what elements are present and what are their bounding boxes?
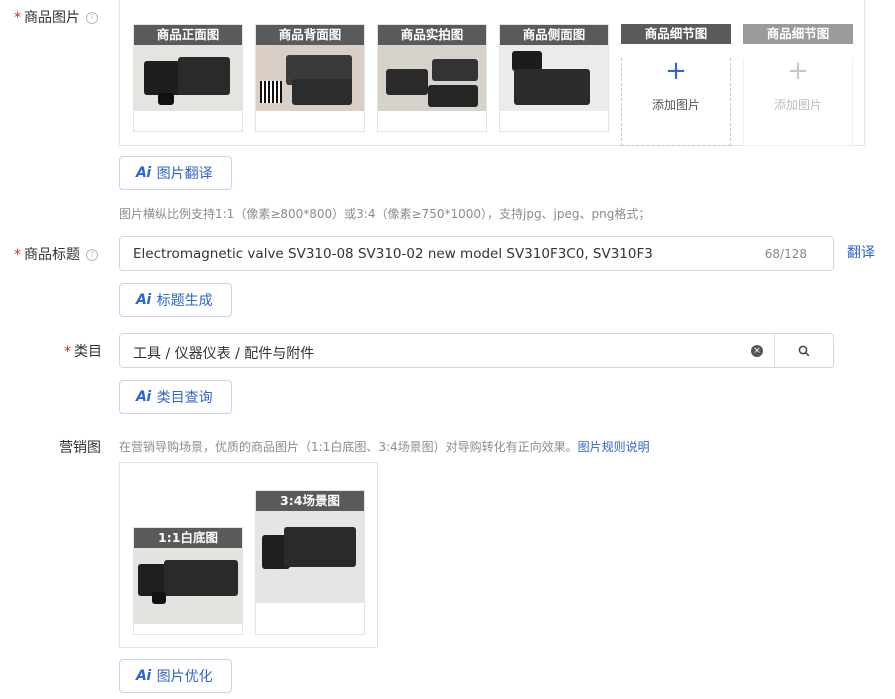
ai-icon: Ai — [136, 292, 151, 308]
image-slot-back[interactable]: 商品背面图 — [255, 24, 365, 132]
marketing-image-square[interactable]: 1:1白底图 — [133, 527, 243, 635]
category-select[interactable]: 工具 / 仪器仪表 / 配件与附件 × — [119, 333, 834, 368]
product-photo — [500, 45, 608, 111]
title-translate-link[interactable]: 翻译 — [847, 242, 875, 262]
image-optimize-button[interactable]: Ai 图片优化 — [119, 659, 232, 693]
search-icon — [798, 345, 810, 357]
image-slot-detail-2[interactable]: 商品细节图 + 添加图片 — [743, 24, 853, 146]
ai-icon: Ai — [136, 668, 151, 684]
ai-icon: Ai — [136, 389, 151, 405]
product-photo — [256, 511, 364, 603]
title-generate-button[interactable]: Ai 标题生成 — [119, 283, 232, 317]
product-photo — [256, 45, 364, 111]
image-format-hint: 图片横纵比例支持1:1（像素≥800*800）或3:4（像素≥750*1000）… — [119, 207, 651, 221]
image-rules-link[interactable]: 图片规则说明 — [578, 440, 650, 454]
product-title-input[interactable]: Electromagnetic valve SV310-08 SV310-02 … — [119, 236, 834, 271]
plus-icon: + — [787, 56, 809, 86]
product-photo — [134, 45, 242, 111]
image-slot-front[interactable]: 商品正面图 — [133, 24, 243, 132]
plus-icon: + — [665, 56, 687, 86]
category-query-button[interactable]: Ai 类目查询 — [119, 380, 232, 414]
image-slot-detail-1[interactable]: 商品细节图 + 添加图片 — [621, 24, 731, 146]
qr-code — [260, 81, 282, 103]
clear-circle-icon[interactable]: × — [751, 345, 763, 357]
question-circle-icon[interactable]: ? — [86, 12, 98, 24]
question-circle-icon[interactable]: ? — [86, 249, 98, 261]
image-slot-side[interactable]: 商品侧面图 — [499, 24, 609, 132]
add-image-box-disabled[interactable]: + 添加图片 — [743, 58, 853, 146]
image-translate-button[interactable]: Ai 图片翻译 — [119, 156, 232, 190]
marketing-image-scene[interactable]: 3:4场景图 — [255, 490, 365, 635]
category-label: * 类目 — [64, 344, 102, 360]
product-images-label: * 商品图片? — [14, 7, 98, 27]
add-image-box[interactable]: + 添加图片 — [621, 58, 731, 146]
product-photo — [378, 45, 486, 111]
image-slot-real[interactable]: 商品实拍图 — [377, 24, 487, 132]
product-photo — [134, 548, 242, 624]
marketing-images-label: 营销图 — [59, 440, 101, 456]
ai-icon: Ai — [136, 165, 151, 181]
product-title-label: * 商品标题? — [14, 244, 98, 264]
search-button[interactable] — [775, 334, 833, 367]
char-count: 68/128 — [764, 247, 807, 261]
marketing-hint: 在营销导购场景，优质的商品图片（1:1白底图、3:4场景图）对导购转化有正向效果… — [119, 440, 650, 454]
